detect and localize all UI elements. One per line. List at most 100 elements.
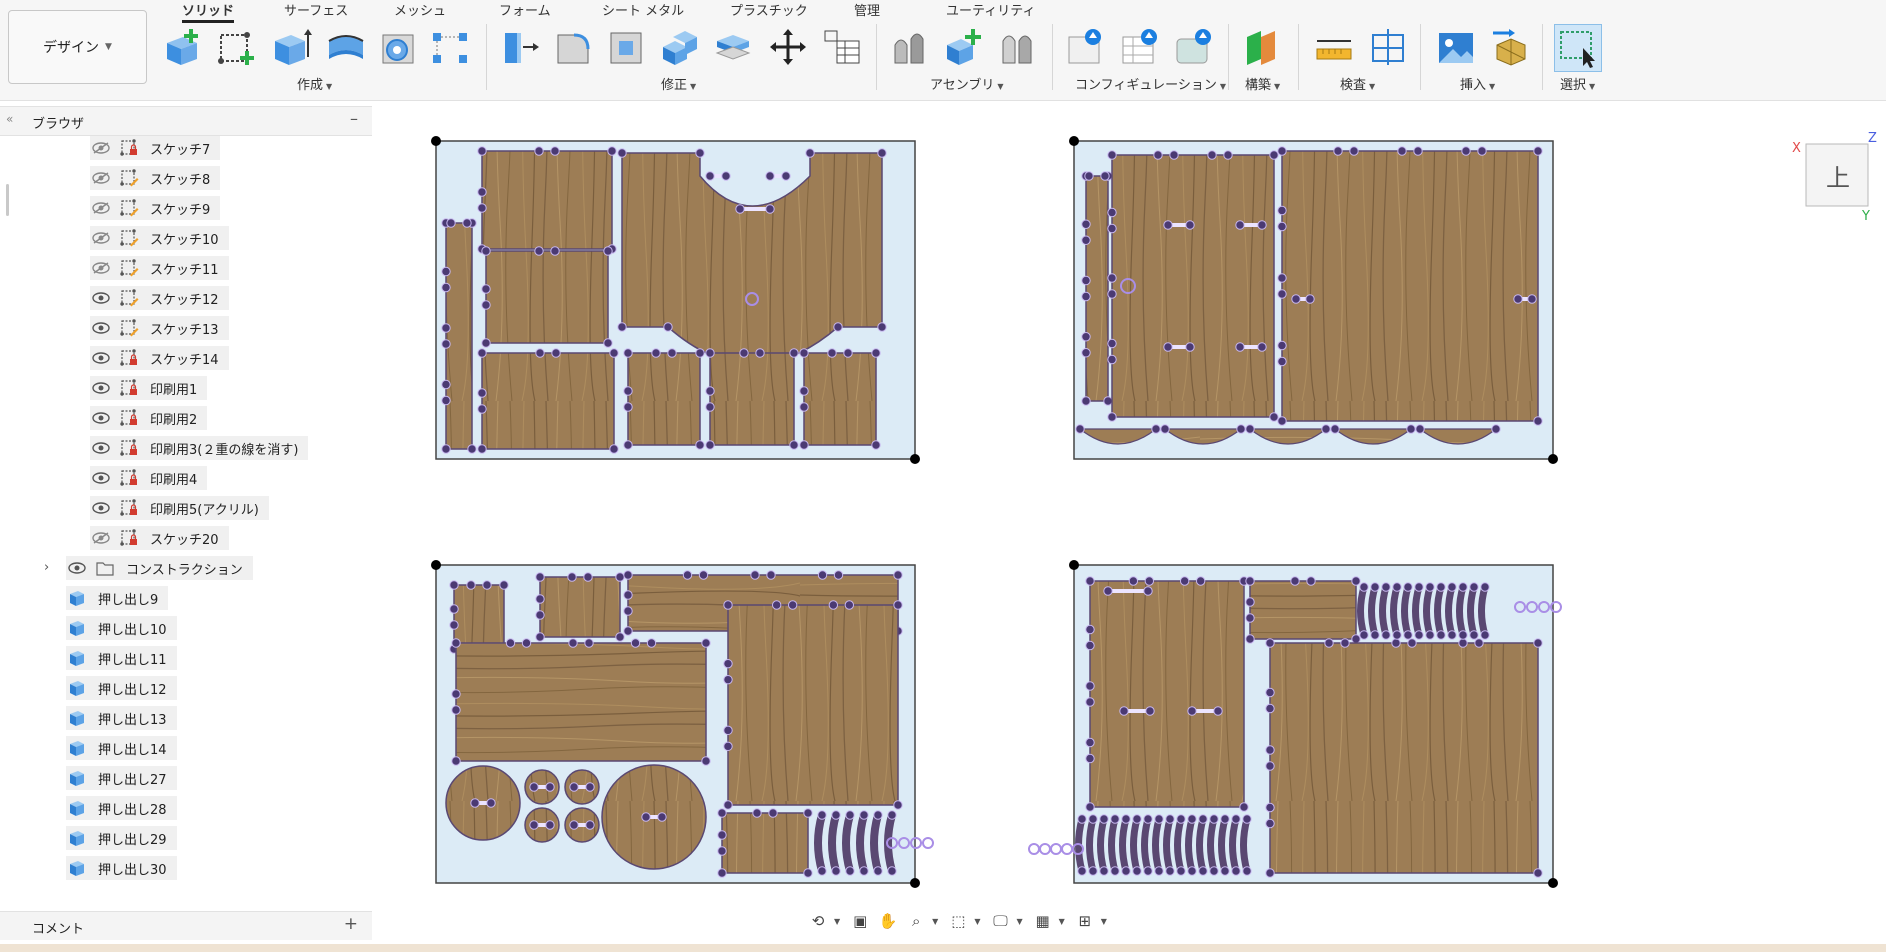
fit-icon[interactable]: ⬚	[946, 909, 970, 933]
browser-item-sketch[interactable]: 印刷用3(２重の線を消す)	[90, 436, 309, 460]
chevron-down-icon[interactable]: ▼	[834, 917, 840, 926]
revolve-icon[interactable]	[324, 24, 368, 70]
move-icon[interactable]	[766, 24, 810, 70]
group-construct[interactable]: 構築 ▼	[1245, 74, 1280, 93]
insert-image-icon[interactable]	[1434, 24, 1478, 70]
grid-icon[interactable]: ▦	[1031, 909, 1055, 933]
browser-item-extrude[interactable]: 押し出し10	[66, 616, 177, 640]
eye-icon[interactable]	[90, 471, 112, 485]
change-parameters-icon[interactable]	[820, 24, 864, 70]
eye-icon[interactable]	[66, 561, 88, 575]
as-built-joint-icon[interactable]	[996, 24, 1040, 70]
combine-icon[interactable]	[658, 24, 702, 70]
eye-icon[interactable]	[90, 351, 112, 365]
insert-mesh-icon[interactable]	[1488, 24, 1532, 70]
browser-item-extrude[interactable]: 押し出し29	[66, 826, 177, 850]
configuration-insert-icon[interactable]	[1172, 24, 1216, 70]
chevron-down-icon[interactable]: ▼	[1016, 917, 1022, 926]
browser-item-extrude[interactable]: 押し出し13	[66, 706, 177, 730]
group-modify[interactable]: 修正 ▼	[661, 74, 696, 93]
chevron-down-icon[interactable]: ▼	[1059, 917, 1065, 926]
joint-icon[interactable]	[888, 24, 932, 70]
press-pull-icon[interactable]	[498, 24, 542, 70]
chevron-down-icon[interactable]: ▼	[1101, 917, 1107, 926]
tab-mesh[interactable]: メッシュ	[394, 0, 446, 19]
chamfer-icon[interactable]	[604, 24, 648, 70]
browser-item-extrude[interactable]: 押し出し14	[66, 736, 177, 760]
browser-item-sketch[interactable]: スケッチ10	[90, 226, 229, 250]
select-icon[interactable]	[1554, 24, 1602, 72]
browser-item-extrude[interactable]: 押し出し27	[66, 766, 177, 790]
browser-item-sketch[interactable]: スケッチ8	[90, 166, 221, 190]
zoom-icon[interactable]: ⌕	[904, 909, 928, 933]
minimize-icon[interactable]: –	[350, 109, 358, 128]
add-comment-icon[interactable]: +	[344, 914, 358, 934]
tab-utility[interactable]: ユーティリティ	[946, 0, 1035, 19]
measure-icon[interactable]	[1312, 24, 1356, 70]
new-component-icon[interactable]	[162, 24, 206, 70]
panel-scroll-handle[interactable]	[6, 184, 9, 216]
eye-hidden-icon[interactable]	[90, 201, 112, 215]
pattern-icon[interactable]	[428, 24, 472, 70]
browser-item-sketch[interactable]: 印刷用4	[90, 466, 208, 490]
browser-item-sketch[interactable]: スケッチ20	[90, 526, 229, 550]
configuration-table-icon[interactable]	[1118, 24, 1162, 70]
eye-hidden-icon[interactable]	[90, 141, 112, 155]
eye-icon[interactable]	[90, 411, 112, 425]
design-canvas[interactable]	[372, 101, 1886, 941]
new-component-assemble-icon[interactable]	[942, 24, 986, 70]
eye-icon[interactable]	[90, 321, 112, 335]
tab-sheet-metal[interactable]: シート メタル	[602, 0, 684, 19]
eye-hidden-icon[interactable]	[90, 531, 112, 545]
browser-item-sketch[interactable]: 印刷用1	[90, 376, 208, 400]
fillet-icon[interactable]	[551, 24, 595, 70]
browser-item-extrude[interactable]: 押し出し30	[66, 856, 177, 880]
browser-item-sketch[interactable]: スケッチ9	[90, 196, 221, 220]
eye-icon[interactable]	[90, 291, 112, 305]
tab-manage[interactable]: 管理	[854, 0, 880, 19]
eye-icon[interactable]	[90, 381, 112, 395]
offset-face-icon[interactable]	[712, 24, 756, 70]
chevron-down-icon[interactable]: ▼	[932, 917, 938, 926]
group-assemble[interactable]: アセンブリ ▼	[930, 74, 1004, 93]
group-insert[interactable]: 挿入 ▼	[1460, 74, 1495, 93]
look-at-icon[interactable]: ▣	[848, 909, 872, 933]
group-create[interactable]: 作成 ▼	[297, 74, 332, 93]
section-analysis-icon[interactable]	[1366, 24, 1410, 70]
browser-item-sketch[interactable]: スケッチ13	[90, 316, 229, 340]
tab-surface[interactable]: サーフェス	[284, 0, 348, 19]
eye-hidden-icon[interactable]	[90, 261, 112, 275]
extrude-icon[interactable]	[270, 24, 314, 70]
eye-hidden-icon[interactable]	[90, 231, 112, 245]
browser-item-sketch[interactable]: スケッチ11	[90, 256, 229, 280]
group-configure[interactable]: コンフィギュレーション ▼	[1075, 74, 1226, 93]
shell-icon[interactable]	[376, 24, 420, 70]
collapse-panel-icon[interactable]: «	[6, 112, 13, 126]
group-inspect[interactable]: 検査 ▼	[1340, 74, 1375, 93]
eye-icon[interactable]	[90, 501, 112, 515]
browser-item-extrude[interactable]: 押し出し11	[66, 646, 177, 670]
browser-item-sketch[interactable]: 印刷用2	[90, 406, 208, 430]
chevron-down-icon[interactable]: ▼	[974, 917, 980, 926]
browser-item-construction[interactable]: コンストラクション	[66, 556, 253, 580]
browser-item-sketch[interactable]: スケッチ7	[90, 136, 221, 160]
browser-item-sketch[interactable]: スケッチ14	[90, 346, 229, 370]
group-select[interactable]: 選択 ▼	[1560, 74, 1595, 93]
browser-item-extrude[interactable]: 押し出し12	[66, 676, 177, 700]
tab-form[interactable]: フォーム	[499, 0, 551, 19]
create-sketch-icon[interactable]	[216, 24, 260, 70]
viewcube[interactable]: X Z Y 上	[1790, 130, 1886, 230]
configure-icon[interactable]	[1064, 24, 1108, 70]
browser-item-extrude[interactable]: 押し出し9	[66, 586, 169, 610]
orbit-icon[interactable]: ⟲	[806, 909, 830, 933]
display-settings-icon[interactable]: 🖵	[988, 909, 1012, 933]
browser-item-extrude[interactable]: 押し出し28	[66, 796, 177, 820]
workspace-switcher[interactable]: デザイン ▼	[8, 10, 147, 84]
eye-hidden-icon[interactable]	[90, 171, 112, 185]
browser-item-sketch[interactable]: スケッチ12	[90, 286, 229, 310]
expand-chevron-icon[interactable]: ›	[44, 560, 49, 575]
tab-solid[interactable]: ソリッド	[182, 0, 235, 23]
tab-plastic[interactable]: プラスチック	[730, 0, 808, 19]
viewports-icon[interactable]: ⊞	[1073, 909, 1097, 933]
offset-plane-icon[interactable]	[1240, 24, 1284, 70]
